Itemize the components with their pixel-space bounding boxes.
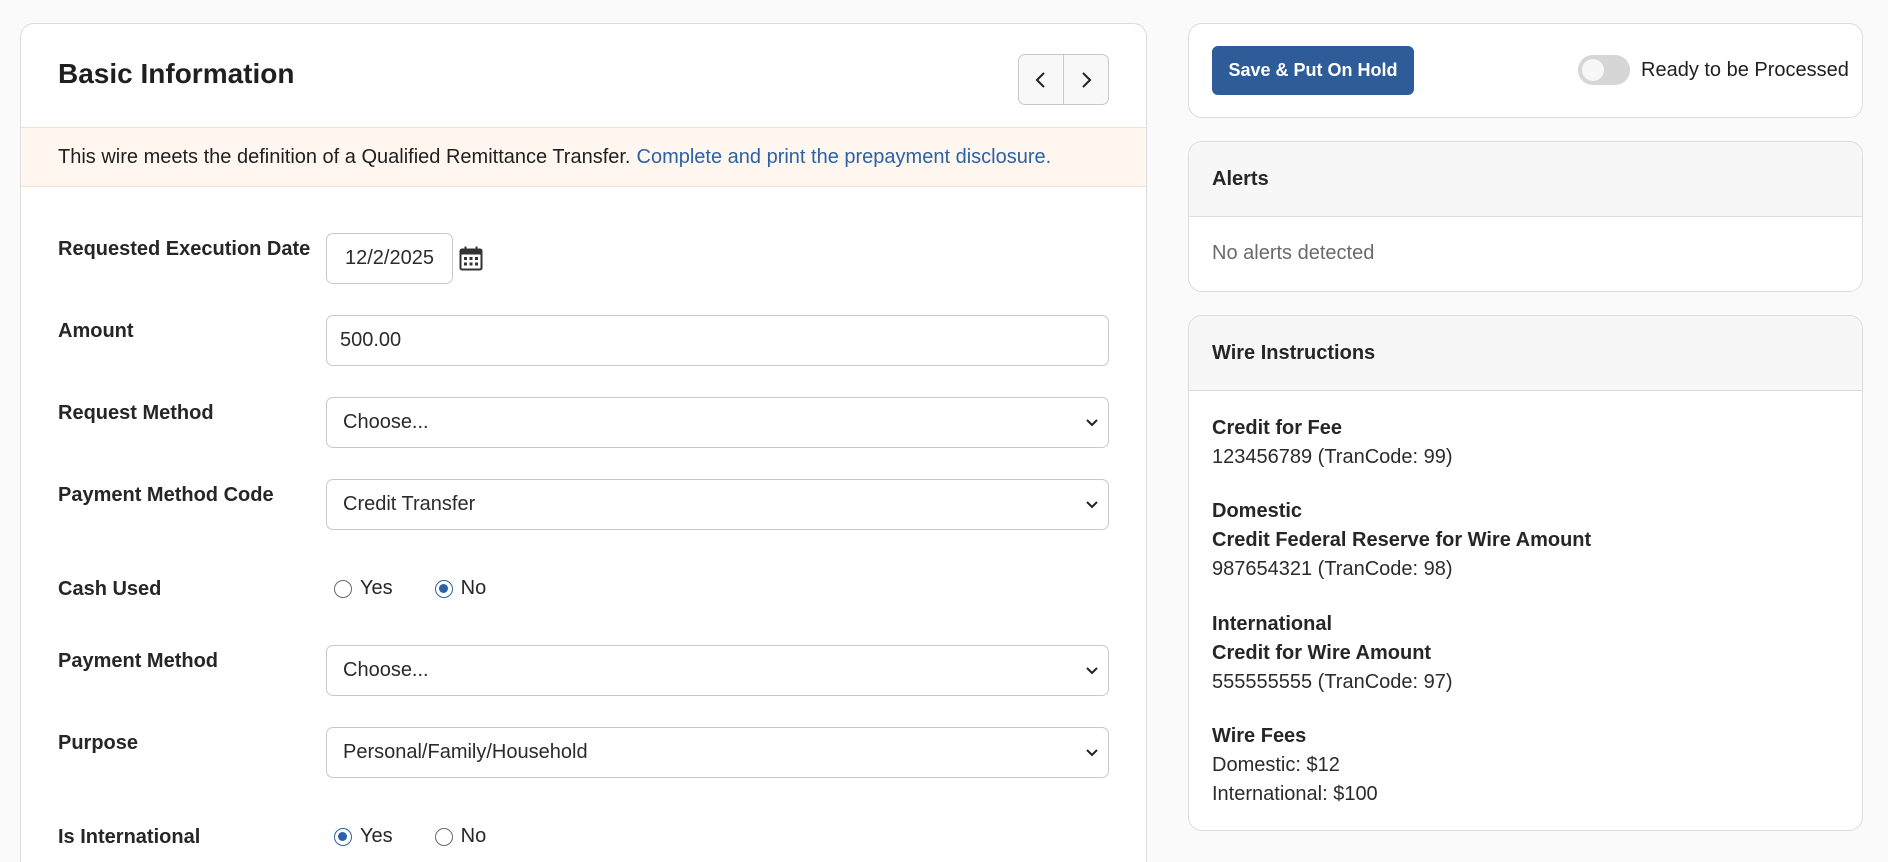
is-international-no-option[interactable]: No	[434, 825, 487, 848]
is-international-label: Is International	[58, 826, 201, 848]
is-international-no-radio[interactable]	[434, 827, 453, 846]
chevron-down-icon	[1086, 419, 1098, 427]
is-international-yes-radio[interactable]	[334, 827, 352, 846]
payment-method-code-label: Payment Method Code	[58, 484, 274, 506]
is-international-no-label: No	[460, 825, 487, 847]
alerts-card: Alerts No alerts detected	[1188, 141, 1863, 292]
wire-fees-domestic: Domestic: $12	[1212, 754, 1340, 776]
request-method-value: Choose...	[343, 411, 429, 433]
payment-method-select[interactable]: Choose...	[326, 645, 1109, 696]
payment-method-code-select[interactable]: Credit Transfer	[326, 479, 1109, 530]
cash-used-no-radio[interactable]	[434, 579, 453, 598]
wire-fees-heading: Wire Fees	[1212, 725, 1307, 747]
purpose-select[interactable]: Personal/Family/Household	[326, 727, 1109, 778]
save-put-on-hold-button[interactable]: Save & Put On Hold	[1212, 46, 1414, 95]
chevron-down-icon	[1086, 501, 1098, 509]
international-heading: International	[1212, 613, 1333, 635]
credit-fee-value: 123456789 (TranCode: 99)	[1212, 446, 1453, 468]
cash-used-label: Cash Used	[58, 578, 162, 600]
cash-used-radio-group: Yes No	[334, 577, 528, 600]
request-method-label: Request Method	[58, 402, 214, 424]
domestic-heading: Domestic	[1212, 500, 1303, 522]
prepayment-disclosure-link[interactable]: Complete and print the prepayment disclo…	[637, 146, 1052, 169]
wire-instructions-header: Wire Instructions	[1189, 316, 1862, 391]
action-card: Save & Put On Hold Ready to be Processed	[1188, 23, 1863, 118]
purpose-label: Purpose	[58, 732, 139, 754]
prev-button[interactable]	[1019, 55, 1063, 104]
is-international-yes-option[interactable]: Yes	[334, 825, 393, 848]
domestic-value: 987654321 (TranCode: 98)	[1212, 558, 1453, 580]
international-value: 555555555 (TranCode: 97)	[1212, 671, 1453, 693]
payment-method-label: Payment Method	[58, 650, 219, 672]
wire-fees-international: International: $100	[1212, 783, 1378, 805]
cash-used-yes-option[interactable]: Yes	[334, 577, 393, 600]
domestic-subheading: Credit Federal Reserve for Wire Amount	[1212, 529, 1592, 551]
remittance-notice: This wire meets the definition of a Qual…	[21, 127, 1146, 187]
next-button[interactable]	[1063, 55, 1108, 104]
international-subheading: Credit for Wire Amount	[1212, 642, 1432, 664]
is-international-yes-label: Yes	[360, 825, 393, 847]
payment-method-code-value: Credit Transfer	[343, 493, 476, 515]
request-method-select[interactable]: Choose...	[326, 397, 1109, 448]
pager-nav	[1018, 54, 1109, 105]
chevron-down-icon	[1086, 667, 1098, 675]
calendar-icon[interactable]	[459, 246, 483, 271]
alerts-header: Alerts	[1189, 142, 1862, 217]
chevron-left-icon	[1035, 71, 1045, 88]
execution-date-label: Requested Execution Date	[58, 238, 311, 260]
cash-used-yes-radio[interactable]	[334, 579, 352, 598]
cash-used-yes-label: Yes	[360, 577, 393, 599]
execution-date-input[interactable]: 12/2/2025	[326, 233, 453, 284]
wire-instructions-card: Wire Instructions Credit for Fee 1234567…	[1188, 315, 1863, 831]
amount-input[interactable]: 500.00	[326, 315, 1109, 366]
credit-fee-heading: Credit for Fee	[1212, 417, 1343, 439]
purpose-value: Personal/Family/Household	[343, 741, 588, 763]
amount-label: Amount	[58, 320, 134, 342]
payment-method-value: Choose...	[343, 659, 429, 681]
card-header: Basic Information	[21, 24, 1146, 127]
cash-used-no-label: No	[460, 577, 487, 599]
ready-to-process-toggle[interactable]	[1578, 55, 1630, 85]
cash-used-no-option[interactable]: No	[434, 577, 487, 600]
basic-information-card: Basic Information This wire meets the de…	[20, 23, 1147, 862]
chevron-down-icon	[1086, 749, 1098, 757]
is-international-radio-group: Yes No	[334, 825, 528, 848]
chevron-right-icon	[1082, 71, 1092, 88]
ready-to-process-label: Ready to be Processed	[1641, 59, 1849, 81]
page-title: Basic Information	[58, 58, 295, 89]
alerts-empty-text: No alerts detected	[1212, 242, 1375, 264]
notice-text: This wire meets the definition of a Qual…	[58, 145, 631, 168]
